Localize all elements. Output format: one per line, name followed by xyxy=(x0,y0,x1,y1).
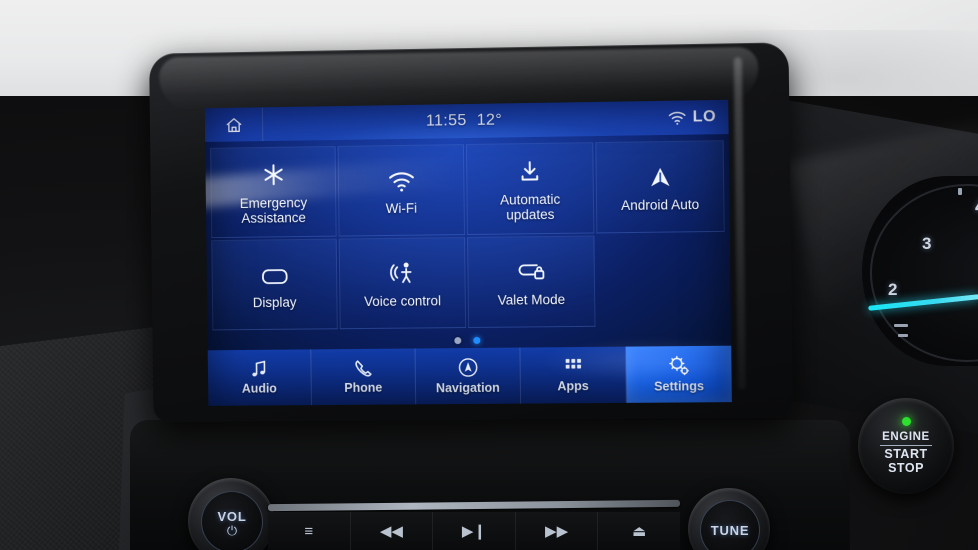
tile-voice-control[interactable]: Voice control xyxy=(339,237,466,329)
next-track-icon: ▶▶ xyxy=(545,522,568,540)
nav-item-settings[interactable]: Settings xyxy=(626,346,732,403)
status-right: LO xyxy=(667,108,728,127)
tachometer-ring xyxy=(870,184,978,362)
previous-track-button[interactable]: ◀◀ xyxy=(351,512,434,550)
tune-knob-face: TUNE xyxy=(700,500,760,550)
tach-tick-label-2: 2 xyxy=(888,280,897,300)
engine-label: ENGINE xyxy=(882,431,930,443)
previous-track-icon: ◀◀ xyxy=(380,522,403,540)
tune-knob-label: TUNE xyxy=(711,523,750,538)
tach-minor-tick xyxy=(898,334,908,337)
tile-label: Voice control xyxy=(364,293,441,309)
gear-icon xyxy=(667,355,690,376)
tile-label: Display xyxy=(253,295,297,310)
clock-time: 11:55 xyxy=(426,112,467,131)
stop-label: STOP xyxy=(888,461,924,475)
status-center: 11:55 12° xyxy=(263,109,668,133)
eject-icon: ⏏ xyxy=(632,522,646,540)
media-button-strip: ≡ ◀◀ ▶❙ ▶▶ ⏏ xyxy=(268,512,680,550)
power-icon: ⏻ xyxy=(227,525,237,536)
music-note-icon xyxy=(250,360,268,379)
tach-minor-tick xyxy=(958,188,962,195)
start-label: START xyxy=(884,447,927,461)
voice-control-icon xyxy=(388,258,416,286)
next-track-button[interactable]: ▶▶ xyxy=(516,512,599,550)
android-auto-icon xyxy=(646,161,673,190)
bottom-navigation-bar: Audio Phone Navigation Apps Settings xyxy=(208,346,732,406)
tach-minor-tick xyxy=(894,324,908,327)
engine-status-led xyxy=(902,417,911,426)
tile-label: Emergency Assistance xyxy=(219,194,328,225)
page-dot-2-active[interactable] xyxy=(473,337,480,344)
nav-item-navigation[interactable]: Navigation xyxy=(416,348,522,405)
tile-empty-slot xyxy=(596,234,725,327)
tile-label: Wi-Fi xyxy=(386,201,418,216)
bezel-edge-highlight xyxy=(734,57,746,390)
wifi-icon xyxy=(387,165,415,193)
download-icon xyxy=(517,155,542,183)
engine-button-divider xyxy=(880,445,932,447)
eject-button[interactable]: ⏏ xyxy=(598,512,680,550)
page-dot-1[interactable] xyxy=(454,337,461,344)
tile-row-2: Display Voice control Valet Mode xyxy=(210,233,727,332)
play-pause-button[interactable]: ▶❙ xyxy=(433,512,516,550)
outside-temperature: 12° xyxy=(477,111,503,129)
tile-automatic-updates[interactable]: Automatic updates xyxy=(466,142,594,235)
navigation-compass-icon xyxy=(457,357,478,378)
settings-tile-grid: Emergency Assistance Wi-Fi Automatic upd… xyxy=(205,134,731,350)
nav-label: Settings xyxy=(654,379,704,393)
wifi-icon xyxy=(667,110,686,125)
apps-grid-icon xyxy=(563,357,582,376)
tile-row-1: Emergency Assistance Wi-Fi Automatic upd… xyxy=(209,139,726,239)
tile-emergency-assistance[interactable]: Emergency Assistance xyxy=(210,146,337,238)
volume-knob-label: VOL xyxy=(217,509,246,524)
tach-tick-label-3: 3 xyxy=(922,234,931,254)
nav-label: Audio xyxy=(242,382,277,396)
tile-valet-mode[interactable]: Valet Mode xyxy=(467,235,595,328)
tile-label: Valet Mode xyxy=(498,292,566,308)
nav-item-phone[interactable]: Phone xyxy=(311,348,416,405)
tile-label: Automatic updates xyxy=(475,191,586,222)
nav-item-audio[interactable]: Audio xyxy=(208,349,312,405)
display-icon xyxy=(259,259,289,287)
valet-lock-icon xyxy=(516,256,546,284)
car-interior-scene: 2 3 4 xyxy=(0,0,978,550)
page-indicator xyxy=(208,335,732,347)
nav-label: Navigation xyxy=(436,381,500,395)
volume-knob-face: VOL ⏻ xyxy=(201,491,263,550)
home-button[interactable] xyxy=(205,107,264,142)
nav-label: Apps xyxy=(557,379,589,393)
home-icon xyxy=(224,115,243,134)
tile-label: Android Auto xyxy=(621,197,699,213)
tile-wifi[interactable]: Wi-Fi xyxy=(338,144,465,237)
emergency-assistance-icon xyxy=(260,159,286,187)
equalizer-icon: ≡ xyxy=(304,523,313,540)
phone-handset-icon xyxy=(354,359,373,378)
equalizer-button[interactable]: ≡ xyxy=(268,512,351,550)
play-pause-icon: ▶❙ xyxy=(462,522,486,540)
infotainment-screen-housing: 11:55 12° LO Emergency Assistance Wi-Fi … xyxy=(149,42,793,422)
nav-item-apps[interactable]: Apps xyxy=(520,347,626,404)
signal-strength-label: LO xyxy=(693,108,717,126)
engine-start-stop-button[interactable]: ENGINE START STOP xyxy=(858,398,954,494)
tile-display[interactable]: Display xyxy=(211,239,338,331)
tile-android-auto[interactable]: Android Auto xyxy=(595,140,724,233)
infotainment-screen: 11:55 12° LO Emergency Assistance Wi-Fi … xyxy=(205,100,732,406)
nav-label: Phone xyxy=(344,381,382,395)
